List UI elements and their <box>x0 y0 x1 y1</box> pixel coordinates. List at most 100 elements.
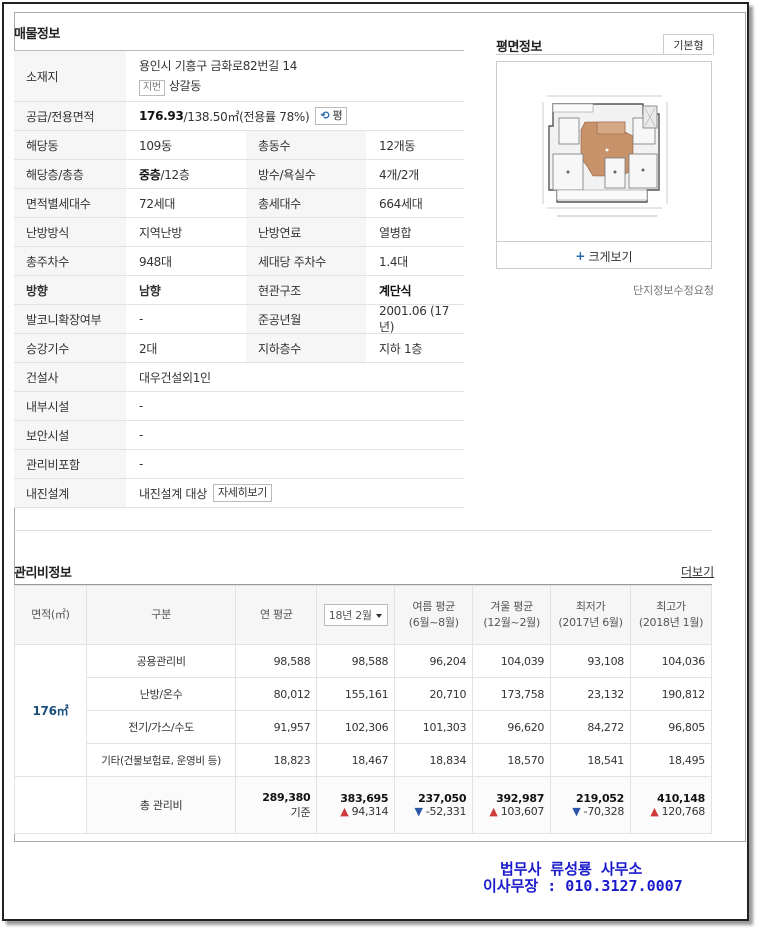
total-label: 총 관리비 <box>85 776 237 834</box>
more-link[interactable]: 더보기 <box>681 563 714 580</box>
month-select[interactable]: 18년 2월 <box>323 604 388 626</box>
floorplan-title: 평면정보 <box>496 40 542 55</box>
floorplan-basic-tab[interactable]: 기본형 <box>663 34 714 55</box>
total-min: 219,052 ▼ -70,328 <box>550 776 632 834</box>
value-cell: 190,812 <box>630 677 712 711</box>
unit-toggle-button[interactable]: ⟲ 평 <box>315 107 348 125</box>
floor-label: 해당층/총층 <box>14 160 126 188</box>
road-address: 용인시 기흥구 금화로82번길 14 <box>139 58 298 73</box>
address-value: 용인시 기흥구 금화로82번길 14 지번 상갈동 <box>126 51 464 101</box>
header-annual: 연 평균 <box>235 585 318 645</box>
value-cell: 18,823 <box>235 743 318 777</box>
area-cell: 176㎡ <box>14 644 87 777</box>
balcony-value: - <box>139 312 144 326</box>
empty-area-cell <box>14 776 87 834</box>
value-cell: 80,012 <box>235 677 318 711</box>
entrance-value: 계단식 <box>379 283 412 298</box>
value-cell: 18,834 <box>394 743 474 777</box>
heating-value: 지역난방 <box>139 225 182 240</box>
exclusive-area: /138.50㎡(전용률 78%) <box>183 109 310 124</box>
address-row: 소재지 용인시 기흥구 금화로82번길 14 지번 상갈동 <box>14 51 464 102</box>
direction-value: 남향 <box>139 283 161 298</box>
row-direction: 방향 남향 현관구조 계단식 <box>14 276 464 305</box>
table-row: 난방/온수 80,012 155,161 20,710 173,758 23,1… <box>15 677 712 711</box>
row-balcony: 발코니확장여부 - 준공년월 2001.06 (17년) <box>14 304 464 334</box>
address-label: 소재지 <box>14 51 126 101</box>
fuel-value: 열병합 <box>379 225 412 240</box>
header-category: 구분 <box>85 585 237 645</box>
parking-per-label: 세대당 주차수 <box>246 247 366 275</box>
value-cell: 18,495 <box>630 743 712 777</box>
total-annual: 289,380 기준 <box>235 776 318 834</box>
seismic-value: 내진설계 대상 자세히보기 <box>126 479 464 507</box>
refresh-icon: ⟲ <box>320 109 330 122</box>
category-cell: 공용관리비 <box>85 644 237 678</box>
row-parking: 총주차수 948대 세대당 주차수 1.4대 <box>14 247 464 276</box>
plus-icon: + <box>575 249 586 263</box>
total-summer: 237,050 ▼ -52,331 <box>394 776 474 834</box>
security-value: - <box>139 428 144 442</box>
area-label: 공급/전용면적 <box>14 102 126 130</box>
value-cell: 98,588 <box>235 644 318 678</box>
interior-label: 내부시설 <box>14 392 126 420</box>
header-area: 면적(㎡) <box>14 585 87 645</box>
row-fee-included: 관리비포함 - <box>14 450 464 479</box>
total-households-label: 총세대수 <box>246 189 366 217</box>
area-households-value: 72세대 <box>139 196 176 211</box>
floorplan-box: + 크게보기 <box>496 61 712 269</box>
property-table: 소재지 용인시 기흥구 금화로82번길 14 지번 상갈동 공급/전용면적 176… <box>14 50 464 508</box>
total-row: 총 관리비 289,380 기준 383,695 ▲ 94,314 237,050 ▼… <box>14 776 712 834</box>
fee-included-value: - <box>139 457 144 471</box>
fuel-label: 난방연료 <box>246 218 366 246</box>
entrance-label: 현관구조 <box>246 276 366 304</box>
value-cell: 98,588 <box>316 644 396 678</box>
table-row: 기타(건물보험료, 운영비 등) 18,823 18,467 18,834 18… <box>15 743 712 777</box>
category-cell: 기타(건물보험료, 운영비 등) <box>85 743 237 777</box>
area-row: 공급/전용면적 176.93/138.50㎡(전용률 78%) ⟲ 평 <box>14 102 464 131</box>
total-month: 383,695 ▲ 94,314 <box>316 776 396 834</box>
total-winter: 392,987 ▲ 103,607 <box>472 776 552 834</box>
value-cell: 18,541 <box>550 743 632 777</box>
interior-value: - <box>139 399 144 413</box>
completion-label: 준공년월 <box>246 305 366 333</box>
section-divider <box>14 530 712 531</box>
building-link[interactable]: 109동 <box>126 131 246 159</box>
seismic-detail-button[interactable]: 자세히보기 <box>212 484 273 502</box>
value-cell: 18,570 <box>472 743 552 777</box>
row-households: 면적별세대수 72세대 총세대수 664세대 <box>14 189 464 218</box>
direction-label: 방향 <box>14 276 126 304</box>
value-cell: 101,303 <box>394 710 474 744</box>
rooms-label: 방수/욕실수 <box>246 160 366 188</box>
row-interior: 내부시설 - <box>14 392 464 421</box>
row-elevator: 승강기수 2대 지하층수 지하 1층 <box>14 334 464 363</box>
report-link[interactable]: 단지정보수정요청 <box>633 282 714 298</box>
value-cell: 96,204 <box>394 644 474 678</box>
floorplan-image[interactable] <box>497 62 711 240</box>
up-triangle-icon: ▲ <box>340 805 349 818</box>
elevator-value: 2대 <box>139 341 158 356</box>
management-title: 관리비정보 <box>14 566 72 581</box>
security-label: 보안시설 <box>14 421 126 449</box>
down-triangle-icon: ▼ <box>414 805 423 818</box>
seismic-label: 내진설계 <box>14 479 126 507</box>
builder-label: 건설사 <box>14 363 126 391</box>
value-cell: 84,272 <box>550 710 632 744</box>
building-label: 해당동 <box>14 131 126 159</box>
value-cell: 102,306 <box>316 710 396 744</box>
row-builder: 건설사 대우건설외1인 <box>14 363 464 392</box>
enlarge-button[interactable]: + 크게보기 <box>497 241 711 270</box>
supply-area: 176.93 <box>139 109 184 123</box>
total-buildings-label: 총동수 <box>246 131 366 159</box>
property-info-title: 매물정보 <box>14 27 60 42</box>
area-value: 176.93/138.50㎡(전용률 78%) ⟲ 평 <box>126 102 464 130</box>
floorplan-divider <box>496 54 712 55</box>
up-triangle-icon: ▲ <box>489 805 498 818</box>
parking-label: 총주차수 <box>14 247 126 275</box>
parking-value: 948대 <box>139 254 172 269</box>
row-seismic: 내진설계 내진설계 대상 자세히보기 <box>14 479 464 508</box>
total-max: 410,148 ▲ 120,768 <box>630 776 712 834</box>
value-cell: 96,805 <box>630 710 712 744</box>
management-table: 면적(㎡) 구분 연 평균 18년 2월 여름 평균 (6월~8월) 겨울 평균(… <box>14 585 712 834</box>
total-households-value: 664세대 <box>379 196 423 211</box>
category-cell: 전기/가스/수도 <box>85 710 237 744</box>
